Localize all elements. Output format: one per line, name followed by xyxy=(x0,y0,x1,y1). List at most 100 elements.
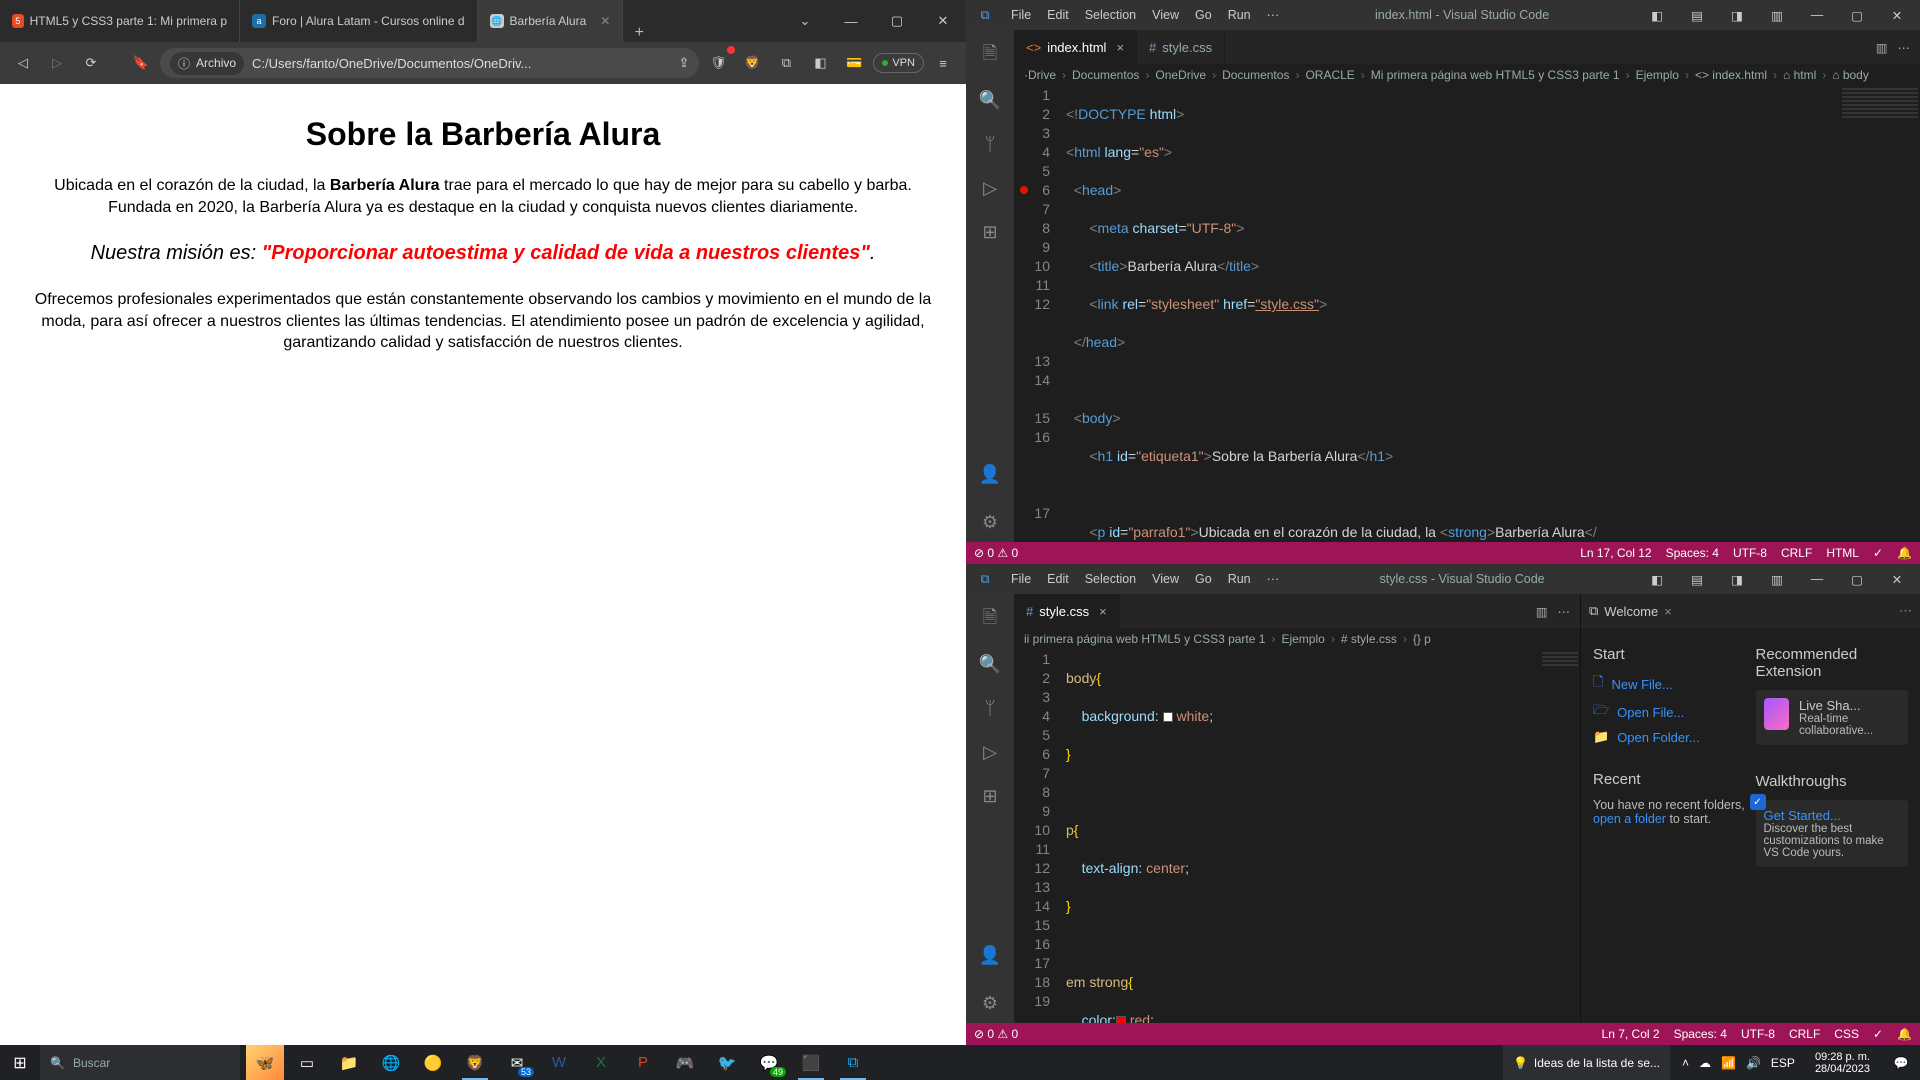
bell-icon[interactable]: 🔔 xyxy=(1897,1027,1912,1041)
more-icon[interactable]: ⋯ xyxy=(1558,604,1571,619)
menu-icon[interactable]: ≡ xyxy=(928,48,958,78)
source-control-icon[interactable]: ᛘ xyxy=(966,124,1014,164)
menu-selection[interactable]: Selection xyxy=(1078,4,1143,26)
menu-run[interactable]: Run xyxy=(1221,4,1258,26)
edge-icon[interactable]: 🌐 xyxy=(372,1045,410,1080)
status-encoding[interactable]: UTF-8 xyxy=(1741,1027,1775,1041)
mail-icon[interactable]: ✉53 xyxy=(498,1045,536,1080)
split-editor-icon[interactable]: ▥ xyxy=(1536,604,1548,619)
chevron-down-icon[interactable]: ⌄ xyxy=(782,0,828,42)
vpn-button[interactable]: VPN xyxy=(873,53,924,73)
new-file-link[interactable]: 🗋New File... xyxy=(1593,673,1746,695)
layout-sidebar-icon[interactable]: ◧ xyxy=(1638,0,1676,30)
powerpoint-icon[interactable]: P xyxy=(624,1045,662,1080)
whatsapp-icon[interactable]: 💬49 xyxy=(750,1045,788,1080)
brave-lion-icon[interactable]: 🦁 xyxy=(737,48,767,78)
language-indicator[interactable]: ESP xyxy=(1771,1056,1795,1070)
onedrive-icon[interactable]: ☁ xyxy=(1699,1056,1711,1070)
recommended-extension-card[interactable]: Live Sha... Real-time collaborative... xyxy=(1756,690,1909,745)
menu-file[interactable]: File xyxy=(1004,4,1038,26)
layout-panel-icon[interactable]: ▤ xyxy=(1678,564,1716,594)
minimap[interactable] xyxy=(1840,86,1920,542)
layout-secondary-icon[interactable]: ◨ xyxy=(1718,564,1756,594)
more-icon[interactable]: ⋯ xyxy=(1899,603,1912,619)
volume-icon[interactable]: 🔊 xyxy=(1746,1056,1761,1070)
taskview-icon[interactable]: ▭ xyxy=(288,1045,326,1080)
status-eol[interactable]: CRLF xyxy=(1789,1027,1820,1041)
walkthrough-card[interactable]: ✓ Get Started... Discover the best custo… xyxy=(1756,800,1909,867)
clock[interactable]: 09:28 p. m. 28/04/2023 xyxy=(1807,1051,1878,1075)
editor-tab-index-html[interactable]: <>index.html× xyxy=(1014,30,1137,64)
close-icon[interactable]: ✕ xyxy=(920,0,966,42)
layout-panel-icon[interactable]: ▤ xyxy=(1678,0,1716,30)
search-icon[interactable]: 🔍 xyxy=(966,80,1014,120)
open-folder-link[interactable]: 📁Open Folder... xyxy=(1593,729,1746,745)
file-explorer-icon[interactable]: 📁 xyxy=(330,1045,368,1080)
brave-shield-icon[interactable]: 🛡 xyxy=(703,48,733,78)
bell-icon[interactable]: 🔔 xyxy=(1897,546,1912,560)
code-editor[interactable]: 12345678910111213141516171819 body{ back… xyxy=(1014,650,1580,1023)
open-folder-inline-link[interactable]: open a folder xyxy=(1593,812,1666,826)
address-bar[interactable]: ⓘ Archivo C:/Users/fanto/OneDrive/Docume… xyxy=(160,48,699,78)
browser-tab[interactable]: 5HTML5 y CSS3 parte 1: Mi primera p xyxy=(0,0,240,42)
gear-icon[interactable]: ⚙ xyxy=(966,502,1014,542)
extensions-icon[interactable]: ⊞ xyxy=(966,776,1014,816)
discord-icon[interactable]: 🎮 xyxy=(666,1045,704,1080)
menu-view[interactable]: View xyxy=(1145,4,1186,26)
editor-tab-style-css[interactable]: #style.css× xyxy=(1014,594,1120,628)
menu-more[interactable]: ··· xyxy=(1260,568,1287,590)
taskbar-search[interactable]: 🔍 Buscar xyxy=(40,1045,240,1080)
chrome-icon[interactable]: 🟡 xyxy=(414,1045,452,1080)
nav-back-icon[interactable]: ◁ xyxy=(8,48,38,78)
chevron-up-icon[interactable]: ˄ xyxy=(1682,1056,1689,1070)
new-tab-button[interactable]: + xyxy=(623,24,655,42)
status-cursor[interactable]: Ln 17, Col 12 xyxy=(1580,546,1651,560)
breadcrumb[interactable]: ii primera página web HTML5 y CSS3 parte… xyxy=(1014,628,1580,650)
status-spaces[interactable]: Spaces: 4 xyxy=(1666,546,1719,560)
news-widget[interactable]: 💡Ideas de la lista de se... xyxy=(1503,1045,1670,1080)
menu-edit[interactable]: Edit xyxy=(1040,4,1076,26)
wallet-icon[interactable]: 💳 xyxy=(839,48,869,78)
breadcrumb[interactable]: ·Drive› Documentos› OneDrive› Documentos… xyxy=(1014,64,1920,86)
share-icon[interactable]: ⇪ xyxy=(678,55,689,71)
minimize-icon[interactable]: ― xyxy=(1798,0,1836,30)
maximize-icon[interactable]: ▢ xyxy=(1838,0,1876,30)
menu-selection[interactable]: Selection xyxy=(1078,568,1143,590)
excel-icon[interactable]: X xyxy=(582,1045,620,1080)
close-tab-icon[interactable]: ✕ xyxy=(592,14,610,28)
status-lang[interactable]: CSS xyxy=(1834,1027,1859,1041)
notifications-icon[interactable]: 💬 xyxy=(1882,1056,1920,1070)
search-icon[interactable]: 🔍 xyxy=(966,644,1014,684)
explorer-icon[interactable]: 🗎 xyxy=(966,600,1014,640)
status-prettier-icon[interactable]: ✓ xyxy=(1873,546,1883,560)
minimize-icon[interactable]: ― xyxy=(828,0,874,42)
maximize-icon[interactable]: ▢ xyxy=(874,0,920,42)
sublime-icon[interactable]: ⬛ xyxy=(792,1045,830,1080)
accounts-icon[interactable]: 👤 xyxy=(966,454,1014,494)
accounts-icon[interactable]: 👤 xyxy=(966,935,1014,975)
more-icon[interactable]: ⋯ xyxy=(1898,40,1911,55)
menu-edit[interactable]: Edit xyxy=(1040,568,1076,590)
menu-go[interactable]: Go xyxy=(1188,4,1219,26)
status-spaces[interactable]: Spaces: 4 xyxy=(1674,1027,1727,1041)
wifi-icon[interactable]: 📶 xyxy=(1721,1056,1736,1070)
menu-run[interactable]: Run xyxy=(1221,568,1258,590)
close-icon[interactable]: ✕ xyxy=(1878,564,1916,594)
split-editor-icon[interactable]: ▥ xyxy=(1876,40,1888,55)
open-file-link[interactable]: 🗁Open File... xyxy=(1593,701,1746,723)
explorer-icon[interactable]: 🗎 xyxy=(966,36,1014,76)
menu-go[interactable]: Go xyxy=(1188,568,1219,590)
maximize-icon[interactable]: ▢ xyxy=(1838,564,1876,594)
layout-secondary-icon[interactable]: ◨ xyxy=(1718,0,1756,30)
extensions-icon[interactable]: ⊞ xyxy=(966,212,1014,252)
problems[interactable]: ⊘ 0 ⚠ 0 xyxy=(974,1027,1018,1041)
menu-more[interactable]: ··· xyxy=(1260,4,1287,26)
status-eol[interactable]: CRLF xyxy=(1781,546,1812,560)
gear-icon[interactable]: ⚙ xyxy=(966,983,1014,1023)
menu-view[interactable]: View xyxy=(1145,568,1186,590)
nav-forward-icon[interactable]: ▷ xyxy=(42,48,72,78)
reload-icon[interactable]: ⟳ xyxy=(76,48,106,78)
reader-icon[interactable]: ⧉ xyxy=(771,48,801,78)
word-icon[interactable]: W xyxy=(540,1045,578,1080)
minimize-icon[interactable]: ― xyxy=(1798,564,1836,594)
